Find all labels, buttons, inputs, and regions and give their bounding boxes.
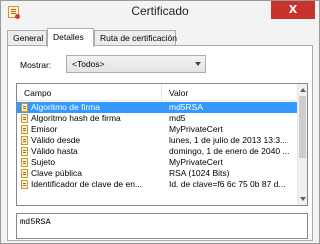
list-row[interactable]: Algoritmo de firma md5RSA	[17, 102, 299, 113]
chevron-down-icon	[195, 62, 201, 66]
tab-detalles[interactable]: Detalles	[47, 28, 94, 47]
row-value: md5RSA	[169, 102, 204, 112]
row-value: MyPrivateCert	[169, 157, 223, 167]
close-button[interactable]: X	[271, 1, 315, 19]
row-field: Algoritmo hash de firma	[31, 113, 121, 123]
details-panel: Mostrar: <Todos> Campo Valor Algoritmo d…	[7, 45, 313, 241]
row-field: Algoritmo de firma	[31, 102, 100, 112]
row-field: Emisor	[31, 124, 58, 134]
row-value: Id. de clave=f6 6c 75 0b 87 d...	[169, 179, 286, 189]
field-detail-textbox[interactable]: md5RSA	[16, 213, 308, 239]
list-row[interactable]: Emisor MyPrivateCert	[17, 124, 299, 135]
row-field: Clave pública	[31, 168, 83, 178]
row-field: Válido hasta	[31, 146, 78, 156]
row-value: lunes, 1 de julio de 2013 13:3...	[169, 135, 288, 145]
list-body: Algoritmo de firma md5RSA Algoritmo hash…	[17, 102, 299, 190]
row-value: MyPrivateCert	[169, 124, 223, 134]
certificate-field-icon	[21, 125, 28, 134]
mostrar-dropdown[interactable]: <Todos>	[66, 55, 206, 73]
title-bar[interactable]: Certificado X	[1, 1, 319, 23]
column-divider[interactable]	[161, 84, 162, 101]
row-value: domingo, 1 de enero de 2040 ...	[169, 146, 290, 156]
row-field: Válido desde	[31, 135, 81, 145]
row-field: Identificador de clave de en...	[31, 179, 143, 189]
row-value: RSA (1024 Bits)	[169, 168, 230, 178]
mostrar-selected-value: <Todos>	[72, 59, 105, 69]
vertical-scrollbar[interactable]	[297, 84, 307, 205]
certificate-dialog: Certificado X General Detalles Ruta de c…	[0, 0, 320, 244]
field-detail-text: md5RSA	[20, 217, 51, 227]
column-header-campo[interactable]: Campo	[24, 88, 51, 98]
close-icon: X	[288, 3, 298, 16]
certificate-field-icon	[21, 114, 28, 123]
certificate-field-icon	[21, 158, 28, 167]
mostrar-label: Mostrar:	[20, 60, 52, 70]
certificate-field-icon	[21, 180, 28, 189]
row-value: md5	[169, 113, 186, 123]
fields-list[interactable]: Campo Valor Algoritmo de firma md5RSA Al…	[16, 83, 308, 206]
scroll-thumb[interactable]	[299, 96, 306, 158]
list-row[interactable]: Clave pública RSA (1024 Bits)	[17, 168, 299, 179]
certificate-field-icon	[21, 136, 28, 145]
tab-general[interactable]: General	[7, 30, 47, 46]
scroll-up-arrow-icon[interactable]	[300, 88, 306, 92]
list-row[interactable]: Identificador de clave de en... Id. de c…	[17, 179, 299, 190]
certificate-field-icon	[21, 169, 28, 178]
list-header: Campo Valor	[17, 84, 299, 101]
certificate-field-icon	[21, 147, 28, 156]
certificate-field-icon	[21, 103, 28, 112]
list-row[interactable]: Sujeto MyPrivateCert	[17, 157, 299, 168]
row-field: Sujeto	[31, 157, 56, 167]
list-row[interactable]: Algoritmo hash de firma md5	[17, 113, 299, 124]
scroll-down-arrow-icon[interactable]	[300, 197, 306, 201]
tab-ruta-de-certificacion[interactable]: Ruta de certificación	[94, 30, 177, 46]
list-row[interactable]: Válido hasta domingo, 1 de enero de 2040…	[17, 146, 299, 157]
list-row[interactable]: Válido desde lunes, 1 de julio de 2013 1…	[17, 135, 299, 146]
column-header-valor[interactable]: Valor	[169, 88, 188, 98]
